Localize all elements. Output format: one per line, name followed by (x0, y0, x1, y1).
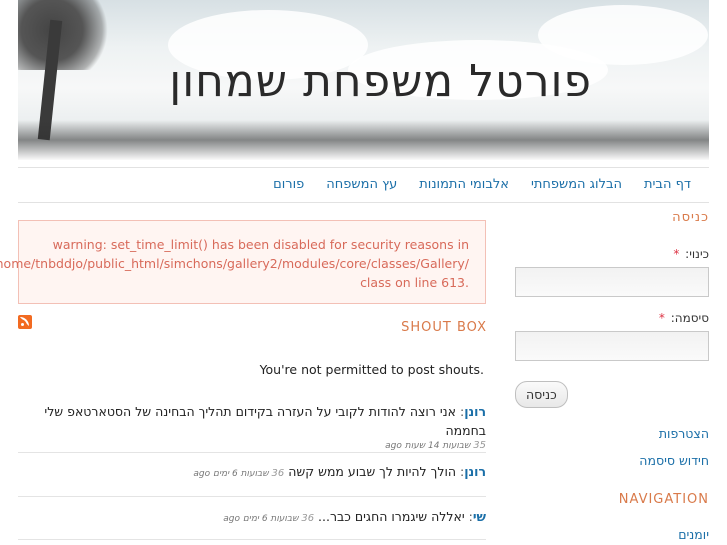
login-button[interactable]: כניסה (515, 381, 568, 408)
shout-item: רונן: הולך להיות לך שבוע ממש קשה 36 שבוע… (18, 462, 486, 497)
register-link[interactable]: הצטרפות (515, 426, 709, 441)
navigation-item[interactable]: יומנים (515, 527, 709, 542)
username-input[interactable] (515, 267, 709, 297)
navigation-title: NAVIGATION (618, 492, 709, 507)
shout-author[interactable]: רונן (464, 464, 486, 479)
warning-line: warning: set_time_limit() has been disab… (52, 237, 469, 252)
warning-line: /home/tnbddjo/public_html/simchons/galle… (0, 256, 469, 271)
shout-timestamp: 36 שבועות 6 ימים ago (193, 468, 285, 479)
shout-item: רונן: אני רוצה להודות לקובי על העזרה בקי… (18, 402, 486, 453)
login-title: כניסה (672, 210, 709, 225)
shout-text: הולך להיות לך שבוע ממש קשה (288, 464, 457, 479)
sidebar: כניסה כינוי: * סיסמה: * כניסה הצטרפות חי… (515, 210, 709, 542)
shout-text: אני רוצה להודות לקובי על העזרה בקידום תה… (44, 404, 486, 438)
password-label: סיסמה: * (658, 311, 709, 325)
nav-item-albums[interactable]: אלבומי התמונות (419, 177, 509, 192)
password-input[interactable] (515, 331, 709, 361)
shout-timestamp: 35 שבועות 14 שעות ago (385, 440, 486, 451)
warning-line: .class on line 613 (360, 275, 469, 290)
shout-author[interactable]: שי (473, 509, 486, 524)
shoutbox-title: SHOUT BOX (401, 320, 487, 335)
shout-item: שי: יאללה שיגמרו החגים כבר... 36 שבועות … (18, 507, 486, 540)
ground-decoration (18, 120, 709, 160)
nav-item-home[interactable]: דף הבית (644, 177, 691, 192)
shout-permission-notice: You're not permitted to post shouts. (259, 362, 484, 377)
site-title[interactable]: פורטל משפחת שמחון (169, 56, 592, 107)
shout-text: יאללה שיגמרו החגים כבר... (318, 509, 465, 524)
shout-author[interactable]: רונן (464, 404, 486, 419)
main-navigation: דף הבית הבלוג המשפחתי אלבומי התמונות עץ … (18, 167, 709, 203)
rss-feed-icon[interactable] (18, 315, 32, 329)
shout-timestamp: 36 שבועות 6 ימים ago (223, 513, 315, 524)
tree-decoration (18, 0, 118, 70)
warning-message: warning: set_time_limit() has been disab… (0, 220, 486, 304)
reset-password-link[interactable]: חידוש סיסמה (515, 453, 709, 468)
nav-item-forum[interactable]: פורום (273, 177, 304, 192)
nav-item-blog[interactable]: הבלוג המשפחתי (531, 177, 622, 192)
username-label: כינוי: * (673, 247, 709, 261)
nav-item-family-tree[interactable]: עץ המשפחה (326, 177, 397, 192)
